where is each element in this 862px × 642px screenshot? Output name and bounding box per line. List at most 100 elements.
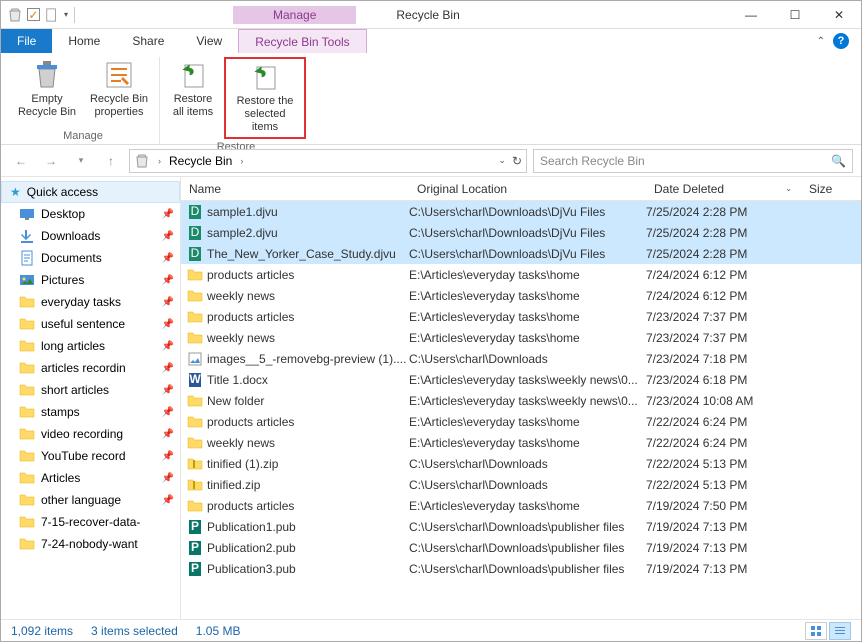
folder-icon [187, 309, 203, 325]
restore-all-icon [177, 59, 209, 91]
status-item-count: 1,092 items [11, 624, 73, 638]
file-row[interactable]: DThe_New_Yorker_Case_Study.djvuC:\Users\… [181, 243, 861, 264]
sidebar-item[interactable]: 7-15-recover-data- [1, 511, 180, 533]
desktop-icon [19, 206, 35, 222]
address-dropdown-icon[interactable]: ⌄ [498, 155, 506, 166]
view-thumbnails-button[interactable] [805, 622, 827, 640]
nav-up-button[interactable]: ↑ [99, 149, 123, 173]
new-doc-icon[interactable] [44, 7, 60, 23]
pin-icon: 📌 [162, 209, 174, 220]
properties-icon [103, 59, 135, 91]
column-date[interactable]: Date Deleted⌄ [646, 177, 801, 200]
pub-icon: P [187, 519, 203, 535]
folder-icon [19, 426, 35, 442]
sidebar-item[interactable]: Desktop📌 [1, 203, 180, 225]
file-row[interactable]: PPublication2.pubC:\Users\charl\Download… [181, 537, 861, 558]
restore-selected-button[interactable]: Restore the selected items [224, 57, 306, 139]
tab-view[interactable]: View [180, 29, 238, 53]
ribbon: Empty Recycle Bin Recycle Bin properties… [1, 53, 861, 145]
search-icon[interactable]: 🔍 [831, 154, 846, 168]
chevron-right-icon[interactable]: › [154, 156, 165, 166]
address-box[interactable]: › Recycle Bin › ⌄ ↻ [129, 149, 527, 173]
sidebar-item[interactable]: 7-24-nobody-want [1, 533, 180, 555]
folder-icon [19, 470, 35, 486]
pub-icon: P [187, 561, 203, 577]
maximize-button[interactable]: ☐ [773, 1, 817, 29]
file-row[interactable]: products articlesE:\Articles\everyday ta… [181, 411, 861, 432]
sidebar: ★ Quick access Desktop📌Downloads📌Documen… [1, 177, 181, 619]
file-row[interactable]: products articlesE:\Articles\everyday ta… [181, 264, 861, 285]
tab-file[interactable]: File [1, 29, 52, 53]
column-headers: Name Original Location Date Deleted⌄ Siz… [181, 177, 861, 201]
pin-icon: 📌 [162, 275, 174, 286]
file-row[interactable]: Dsample1.djvuC:\Users\charl\Downloads\Dj… [181, 201, 861, 222]
nav-back-button[interactable]: ← [9, 149, 33, 173]
file-row[interactable]: weekly newsE:\Articles\everyday tasks\ho… [181, 327, 861, 348]
file-row[interactable]: products articlesE:\Articles\everyday ta… [181, 495, 861, 516]
column-name[interactable]: Name [181, 177, 409, 200]
file-row[interactable]: products articlesE:\Articles\everyday ta… [181, 306, 861, 327]
tab-home[interactable]: Home [52, 29, 116, 53]
quick-access-toolbar: ✓ ▾ [1, 7, 83, 23]
folder-icon [19, 294, 35, 310]
checkbox-icon[interactable]: ✓ [27, 8, 40, 21]
djvu-icon: D [187, 246, 203, 262]
folder-icon [19, 448, 35, 464]
column-location[interactable]: Original Location [409, 177, 646, 200]
sidebar-item[interactable]: articles recordin📌 [1, 357, 180, 379]
sidebar-item[interactable]: everyday tasks📌 [1, 291, 180, 313]
file-row[interactable]: PPublication1.pubC:\Users\charl\Download… [181, 516, 861, 537]
file-row[interactable]: PPublication3.pubC:\Users\charl\Download… [181, 558, 861, 579]
breadcrumb-location[interactable]: Recycle Bin [169, 154, 232, 168]
sidebar-item[interactable]: Documents📌 [1, 247, 180, 269]
file-row[interactable]: New folderE:\Articles\everyday tasks\wee… [181, 390, 861, 411]
sidebar-item[interactable]: YouTube record📌 [1, 445, 180, 467]
djvu-icon: D [187, 204, 203, 220]
file-row[interactable]: Dsample2.djvuC:\Users\charl\Downloads\Dj… [181, 222, 861, 243]
image-icon [187, 351, 203, 367]
djvu-icon: D [187, 225, 203, 241]
refresh-icon[interactable]: ↻ [512, 154, 522, 168]
nav-recent-dropdown[interactable]: ▾ [69, 149, 93, 173]
file-row[interactable]: WTitle 1.docxE:\Articles\everyday tasks\… [181, 369, 861, 390]
file-row[interactable]: images__5_-removebg-preview (1)....C:\Us… [181, 348, 861, 369]
sidebar-item[interactable]: long articles📌 [1, 335, 180, 357]
search-input[interactable]: Search Recycle Bin 🔍 [533, 149, 853, 173]
sidebar-quick-access[interactable]: ★ Quick access [1, 181, 180, 203]
tab-recycle-bin-tools[interactable]: Recycle Bin Tools [238, 29, 367, 53]
ribbon-collapse-icon[interactable]: ⌃ [817, 36, 825, 47]
titlebar: ✓ ▾ Manage Recycle Bin — ☐ ✕ [1, 1, 861, 29]
folder-icon [19, 404, 35, 420]
restore-all-button[interactable]: Restore all items [166, 57, 220, 139]
sidebar-item[interactable]: Pictures📌 [1, 269, 180, 291]
nav-forward-button[interactable]: → [39, 149, 63, 173]
ribbon-tabs: File Home Share View Recycle Bin Tools ⌃… [1, 29, 861, 53]
sidebar-item[interactable]: Articles📌 [1, 467, 180, 489]
sidebar-item[interactable]: Downloads📌 [1, 225, 180, 247]
svg-text:P: P [191, 561, 199, 575]
sidebar-item[interactable]: stamps📌 [1, 401, 180, 423]
file-row[interactable]: weekly newsE:\Articles\everyday tasks\ho… [181, 432, 861, 453]
qat-dropdown-icon[interactable]: ▾ [64, 10, 68, 19]
sidebar-item[interactable]: useful sentence📌 [1, 313, 180, 335]
file-row[interactable]: tinified (1).zipC:\Users\charl\Downloads… [181, 453, 861, 474]
close-button[interactable]: ✕ [817, 1, 861, 29]
view-details-button[interactable] [829, 622, 851, 640]
sidebar-item[interactable]: other language📌 [1, 489, 180, 511]
file-row[interactable]: weekly newsE:\Articles\everyday tasks\ho… [181, 285, 861, 306]
minimize-button[interactable]: — [729, 1, 773, 29]
file-list[interactable]: Dsample1.djvuC:\Users\charl\Downloads\Dj… [181, 201, 861, 619]
status-selected-count: 3 items selected [91, 624, 178, 638]
chevron-right-icon[interactable]: › [236, 156, 247, 166]
help-icon[interactable]: ? [833, 33, 849, 49]
sidebar-item[interactable]: video recording📌 [1, 423, 180, 445]
tab-share[interactable]: Share [116, 29, 180, 53]
recycle-bin-properties-button[interactable]: Recycle Bin properties [85, 57, 153, 128]
column-size[interactable]: Size [801, 177, 861, 200]
file-row[interactable]: tinified.zipC:\Users\charl\Downloads7/22… [181, 474, 861, 495]
pin-icon: 📌 [162, 385, 174, 396]
documents-icon [19, 250, 35, 266]
empty-recycle-bin-button[interactable]: Empty Recycle Bin [13, 57, 81, 128]
ribbon-group-restore: Restore all items Restore the selected i… [160, 57, 312, 144]
sidebar-item[interactable]: short articles📌 [1, 379, 180, 401]
